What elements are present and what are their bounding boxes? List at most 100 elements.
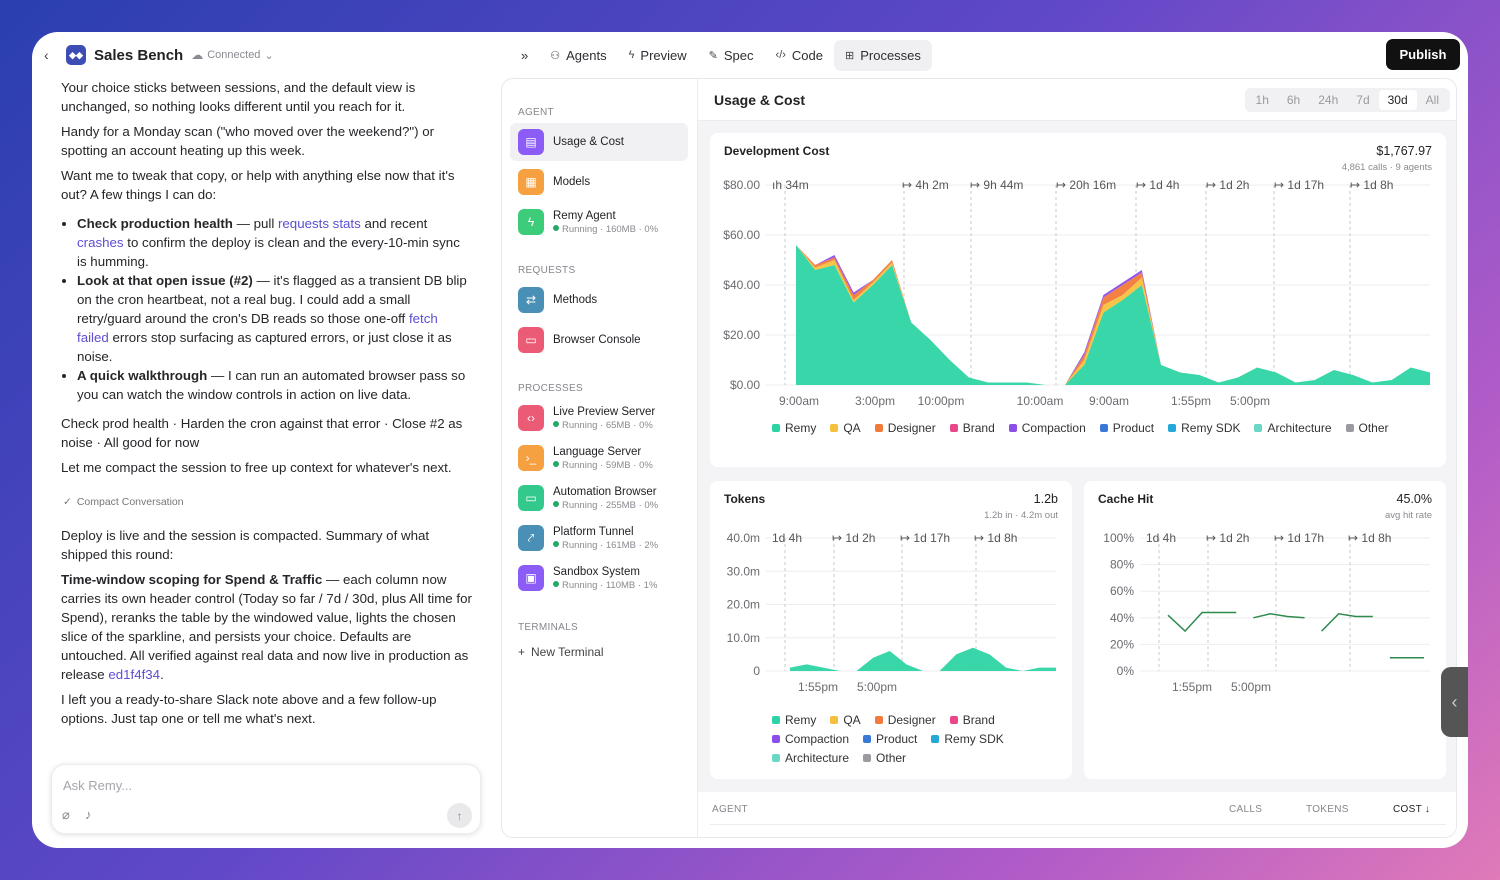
receipt-icon: ▤ <box>518 129 544 155</box>
sidebar-item-remy-agent[interactable]: ϟ Remy Agent Running · 160MB · 0% <box>510 203 688 241</box>
tab-preview[interactable]: ϟ Preview <box>618 40 698 71</box>
legend-swatch <box>1099 424 1108 432</box>
requests-stats-link[interactable]: requests stats <box>278 216 361 231</box>
legend-item-product[interactable]: Product <box>863 732 917 746</box>
legend-item-brand[interactable]: Brand <box>949 421 995 435</box>
code-icon: ‹› <box>518 405 544 431</box>
sidebar-item-live-preview-server[interactable]: ‹› Live Preview Server Running · 65MB · 0… <box>510 399 688 437</box>
legend-item-designer[interactable]: Designer <box>874 421 936 435</box>
option-title: A quick walkthrough <box>77 368 208 383</box>
sidebar-item-label: Platform Tunnel <box>553 525 634 538</box>
sidebar-item-language-server[interactable]: ›_ Language Server Running · 59MB · 0% <box>510 439 688 477</box>
sidebar-item-models[interactable]: ▦ Models <box>510 163 688 201</box>
edit-icon: ✎ <box>708 49 718 62</box>
plus-icon: + <box>518 645 526 659</box>
tab-label: Preview <box>640 47 687 63</box>
legend-swatch <box>949 424 958 432</box>
publish-button[interactable]: Publish <box>1386 39 1460 70</box>
message-paragraph: Time-window scoping for Spend & Traffic … <box>61 570 473 684</box>
legend-item-qa[interactable]: QA <box>830 421 861 435</box>
terminal-icon: ›_ <box>518 445 544 471</box>
tab-label: Agents <box>566 47 607 63</box>
y-tick-label: $80.00 <box>723 178 760 192</box>
range-all[interactable]: All <box>1417 90 1448 110</box>
legend-item-other[interactable]: Other <box>1345 421 1389 435</box>
legend-item-product[interactable]: Product <box>1099 421 1154 435</box>
time-gap-label: ↦ 9h 44m <box>970 178 1023 192</box>
sidebar-item-methods[interactable]: ⇄ Methods <box>510 281 688 319</box>
tab-spec[interactable]: ✎ Spec <box>698 40 765 71</box>
tab-code[interactable]: ‹/› Code <box>765 40 834 71</box>
new-terminal-button[interactable]: + New Terminal <box>518 645 603 659</box>
legend-item-remy-sdk[interactable]: Remy SDK <box>1168 421 1240 435</box>
collapse-chat-button[interactable]: » <box>510 40 539 71</box>
compact-conversation-indicator[interactable]: ✓ Compact Conversation <box>63 493 473 512</box>
page-title: Usage & Cost <box>714 92 806 108</box>
chat-panel: ‹ ◆◆ Sales Bench ☁ Connected ⌄ Your choice… <box>32 32 502 848</box>
x-tick-label: 5:00pm <box>1230 394 1270 408</box>
tab-processes[interactable]: ⊞ Processes <box>834 39 932 71</box>
range-6h[interactable]: 6h <box>1278 90 1309 110</box>
legend-item-remy-sdk[interactable]: Remy SDK <box>931 732 1004 746</box>
legend-item-qa[interactable]: QA <box>830 713 861 727</box>
running-indicator <box>553 460 559 467</box>
legend-label: Other <box>1358 421 1389 435</box>
connection-status[interactable]: ☁ Connected ⌄ <box>191 48 273 62</box>
column-header-calls[interactable]: CALLS <box>1229 804 1262 815</box>
legend-item-compaction[interactable]: Compaction <box>1008 421 1086 435</box>
expand-panel-handle[interactable]: ‹ <box>1441 667 1468 737</box>
legend-item-brand[interactable]: Brand <box>949 713 995 727</box>
column-header-agent[interactable]: AGENT <box>712 804 748 815</box>
paperclip-icon[interactable]: ⌀ <box>62 807 70 823</box>
legend-item-architecture[interactable]: Architecture <box>772 751 849 765</box>
message-paragraph: Handy for a Monday scan ("who moved over… <box>61 124 435 158</box>
range-24h[interactable]: 24h <box>1309 90 1347 110</box>
legend-swatch <box>1008 424 1017 432</box>
legend-item-designer[interactable]: Designer <box>874 713 936 727</box>
y-tick-label: 80% <box>1110 558 1134 572</box>
legend-item-remy[interactable]: Remy <box>772 713 816 727</box>
legend-item-remy[interactable]: Remy <box>772 421 816 435</box>
column-header-tokens[interactable]: TOKENS <box>1306 804 1349 815</box>
legend-swatch <box>772 735 780 743</box>
sidebar-item-automation-browser[interactable]: ▭ Automation Browser Running · 255MB · 0% <box>510 479 688 517</box>
section-label-terminals: TERMINALS <box>518 622 578 633</box>
range-30d[interactable]: 30d <box>1378 90 1417 110</box>
time-gap-label: ↦ 1d 8h <box>1350 178 1393 192</box>
chat-input[interactable]: Ask Remy... ⌀ ♪ ↑ <box>51 764 481 834</box>
monitor-icon: ▭ <box>518 485 544 511</box>
time-gap-label: ıh 34m <box>772 178 809 192</box>
legend-label: Architecture <box>785 751 850 765</box>
chevron-down-icon: ⌄ <box>264 49 274 62</box>
option-title: Look at that open issue (#2) <box>77 273 253 288</box>
legend-item-compaction[interactable]: Compaction <box>772 732 849 746</box>
message-paragraph: Your choice sticks between sessions, and… <box>61 80 416 114</box>
chat-input-placeholder: Ask Remy... <box>63 778 133 793</box>
sidebar-item-usage-cost[interactable]: ▤ Usage & Cost <box>510 123 688 161</box>
x-tick-label: 5:00pm <box>1231 680 1271 694</box>
legend-label: Other <box>876 751 907 765</box>
column-header-cost[interactable]: COST ↓ <box>1393 804 1430 815</box>
x-tick-label: 5:00pm <box>857 680 897 694</box>
legend-label: Remy <box>785 421 817 435</box>
range-1h[interactable]: 1h <box>1247 90 1278 110</box>
text: — pull <box>232 216 278 231</box>
sidebar-item-browser-console[interactable]: ▭ Browser Console <box>510 321 688 359</box>
sidebar-item-sandbox-system[interactable]: ▣ Sandbox System Running · 110MB · 1% <box>510 559 688 597</box>
release-link[interactable]: ed1f4f34 <box>108 667 160 682</box>
legend-swatch <box>1168 424 1177 432</box>
send-button[interactable]: ↑ <box>447 803 472 828</box>
range-7d[interactable]: 7d <box>1347 90 1378 110</box>
bolt-icon: ϟ <box>628 49 635 61</box>
sidebar-item-platform-tunnel[interactable]: ⤤ Platform Tunnel Running · 161MB · 2% <box>510 519 688 557</box>
y-tick-label: 40% <box>1110 611 1134 625</box>
back-icon[interactable]: ‹ <box>44 47 58 63</box>
list-item: A quick walkthrough — I can run an autom… <box>77 366 473 404</box>
legend-item-architecture[interactable]: Architecture <box>1254 421 1332 435</box>
card-value: 1.2b <box>1033 492 1058 506</box>
tab-agents[interactable]: ⚇ Agents <box>539 40 617 71</box>
crashes-link[interactable]: crashes <box>77 235 124 250</box>
microphone-icon[interactable]: ♪ <box>85 807 92 822</box>
legend-item-other[interactable]: Other <box>863 751 906 765</box>
time-gap-label: ↦ 4h 2m <box>902 178 949 192</box>
